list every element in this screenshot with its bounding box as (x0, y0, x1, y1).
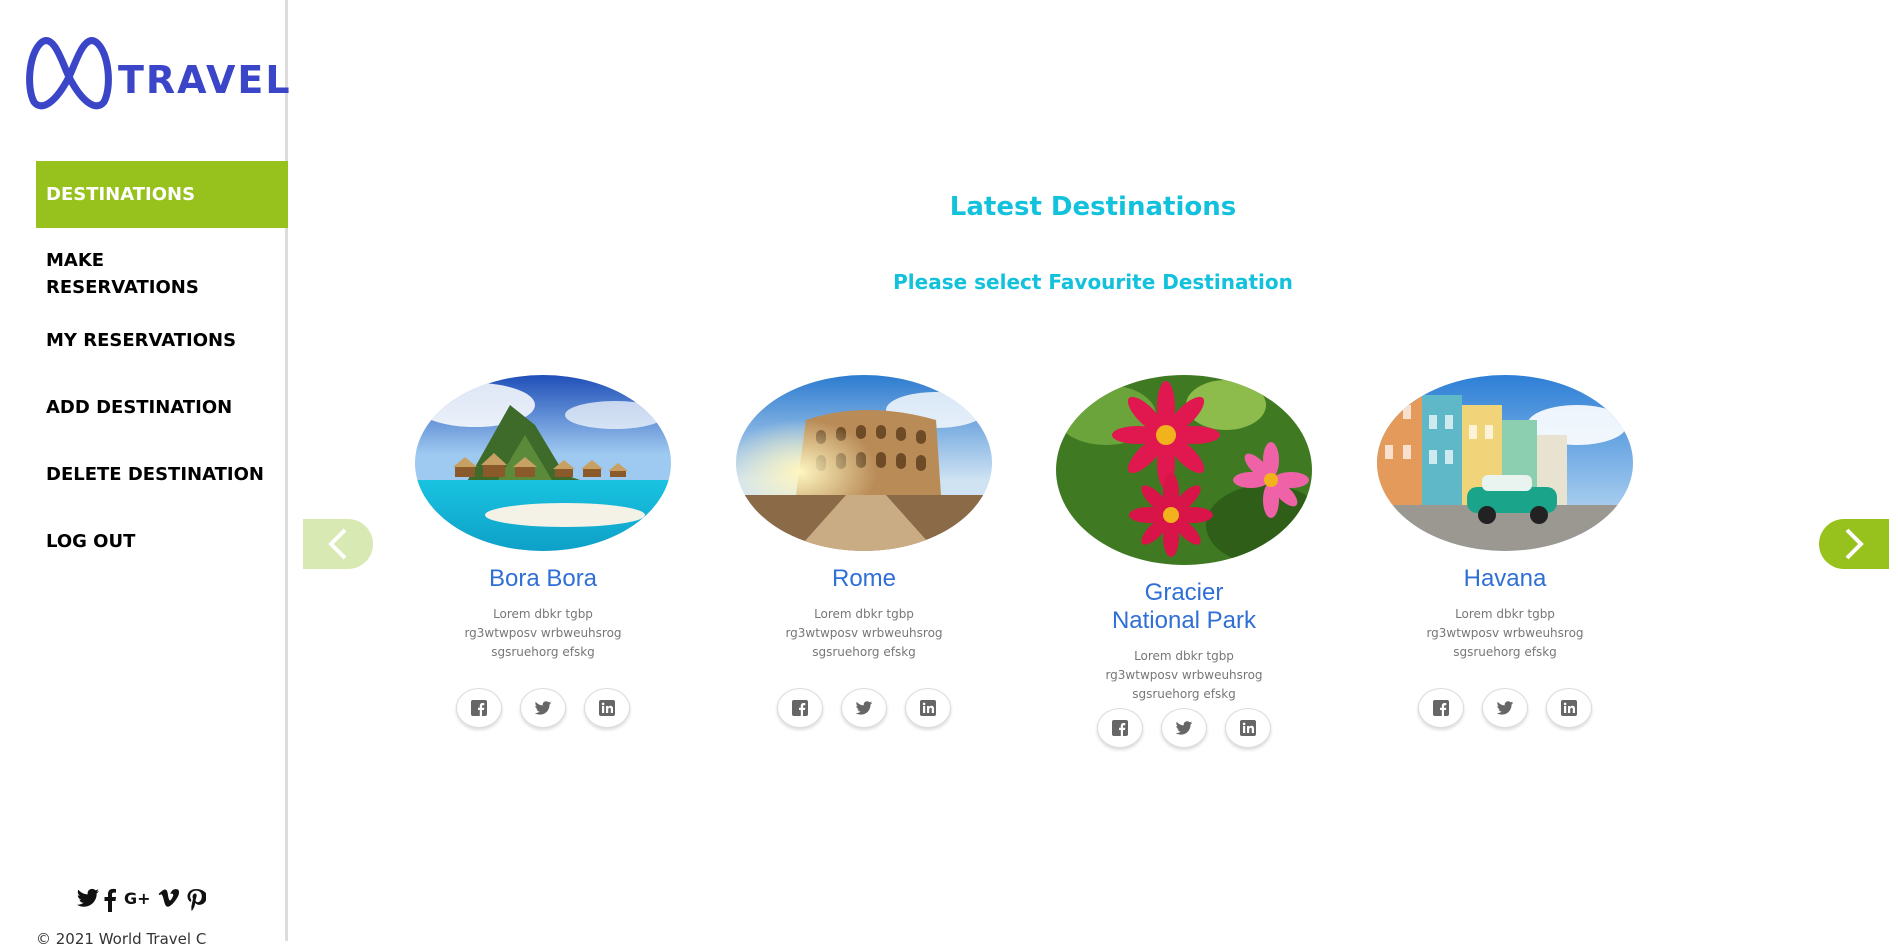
destination-image[interactable] (415, 375, 671, 551)
linkedin-share-button[interactable] (1225, 708, 1271, 748)
twitter-share-button[interactable] (1161, 708, 1207, 748)
share-icons (1355, 688, 1655, 728)
destination-card-gracier-national-park[interactable]: Gracier National Park Lorem dbkr tgbp rg… (1034, 375, 1334, 748)
facebook-icon[interactable] (104, 888, 118, 912)
linkedin-icon (599, 700, 615, 716)
facebook-share-button[interactable] (777, 688, 823, 728)
share-icons (714, 688, 1014, 728)
linkedin-share-button[interactable] (905, 688, 951, 728)
sidebar: TRAVEL DESTINATIONS MAKE RESERVATIONS MY… (0, 0, 290, 948)
twitter-icon (534, 700, 552, 715)
sidebar-nav: DESTINATIONS MAKE RESERVATIONS MY RESERV… (36, 161, 288, 555)
facebook-icon (1433, 700, 1449, 716)
sidebar-item-log-out[interactable]: LOG OUT (36, 528, 288, 555)
destination-card-rome[interactable]: Rome Lorem dbkr tgbp rg3wtwposv wrbweuhs… (714, 375, 1014, 728)
brand-logo[interactable]: TRAVEL (24, 32, 290, 112)
facebook-icon (792, 700, 808, 716)
destination-description: Lorem dbkr tgbp rg3wtwposv wrbweuhsrog s… (464, 607, 622, 659)
destination-image[interactable] (1377, 375, 1633, 551)
twitter-icon (1175, 720, 1193, 735)
sidebar-item-label: MAKE RESERVATIONS (46, 250, 199, 298)
facebook-share-button[interactable] (456, 688, 502, 728)
sidebar-item-add-destination[interactable]: ADD DESTINATION (36, 394, 288, 421)
destination-name: Bora Bora (488, 565, 598, 592)
social-links: G+ (76, 888, 208, 912)
carousel-next-button[interactable] (1819, 519, 1889, 569)
facebook-share-button[interactable] (1097, 708, 1143, 748)
facebook-icon (1112, 720, 1128, 736)
infinity-logo-icon (26, 37, 112, 110)
linkedin-icon (1561, 700, 1577, 716)
chevron-left-icon (328, 528, 347, 560)
destination-description: Lorem dbkr tgbp rg3wtwposv wrbweuhsrog s… (1426, 607, 1584, 659)
linkedin-share-button[interactable] (1546, 688, 1592, 728)
destination-name: Havana (1463, 565, 1547, 592)
sidebar-item-my-reservations[interactable]: MY RESERVATIONS (36, 327, 288, 354)
linkedin-share-button[interactable] (584, 688, 630, 728)
destination-image[interactable] (1056, 375, 1312, 565)
twitter-share-button[interactable] (520, 688, 566, 728)
vimeo-icon[interactable] (158, 888, 180, 912)
destination-card-havana[interactable]: Havana Lorem dbkr tgbp rg3wtwposv wrbweu… (1355, 375, 1655, 728)
chevron-right-icon (1845, 528, 1864, 560)
sidebar-item-delete-destination[interactable]: DELETE DESTINATION (36, 461, 288, 488)
page-title: Latest Destinations (949, 192, 1237, 222)
destination-description: Lorem dbkr tgbp rg3wtwposv wrbweuhsrog s… (1105, 649, 1263, 701)
sidebar-item-make-reservations[interactable]: MAKE RESERVATIONS (36, 247, 216, 301)
main-content: Latest Destinations Please select Favour… (288, 0, 1898, 941)
destination-name: Rome (831, 565, 897, 592)
twitter-share-button[interactable] (1482, 688, 1528, 728)
pinterest-icon[interactable] (186, 888, 208, 912)
destination-description: Lorem dbkr tgbp rg3wtwposv wrbweuhsrog s… (785, 607, 943, 659)
facebook-icon (471, 700, 487, 716)
destination-name: Gracier National Park (1111, 579, 1257, 634)
google-plus-icon[interactable]: G+ (124, 888, 152, 912)
copyright-text: © 2021 World Travel C (36, 930, 207, 948)
carousel-prev-button[interactable] (303, 519, 373, 569)
sidebar-item-destinations[interactable]: DESTINATIONS (36, 161, 288, 228)
twitter-icon[interactable] (76, 888, 99, 912)
destination-image[interactable] (736, 375, 992, 551)
page-subtitle: Please select Favourite Destination (893, 270, 1293, 294)
twitter-icon (1496, 700, 1514, 715)
share-icons (1034, 708, 1334, 748)
destination-card-bora-bora[interactable]: Bora Bora Lorem dbkr tgbp rg3wtwposv wrb… (393, 375, 693, 728)
share-icons (393, 688, 693, 728)
linkedin-icon (920, 700, 936, 716)
brand-name: TRAVEL (118, 58, 292, 102)
svg-text:G+: G+ (124, 889, 151, 908)
twitter-share-button[interactable] (841, 688, 887, 728)
linkedin-icon (1240, 720, 1256, 736)
twitter-icon (855, 700, 873, 715)
facebook-share-button[interactable] (1418, 688, 1464, 728)
